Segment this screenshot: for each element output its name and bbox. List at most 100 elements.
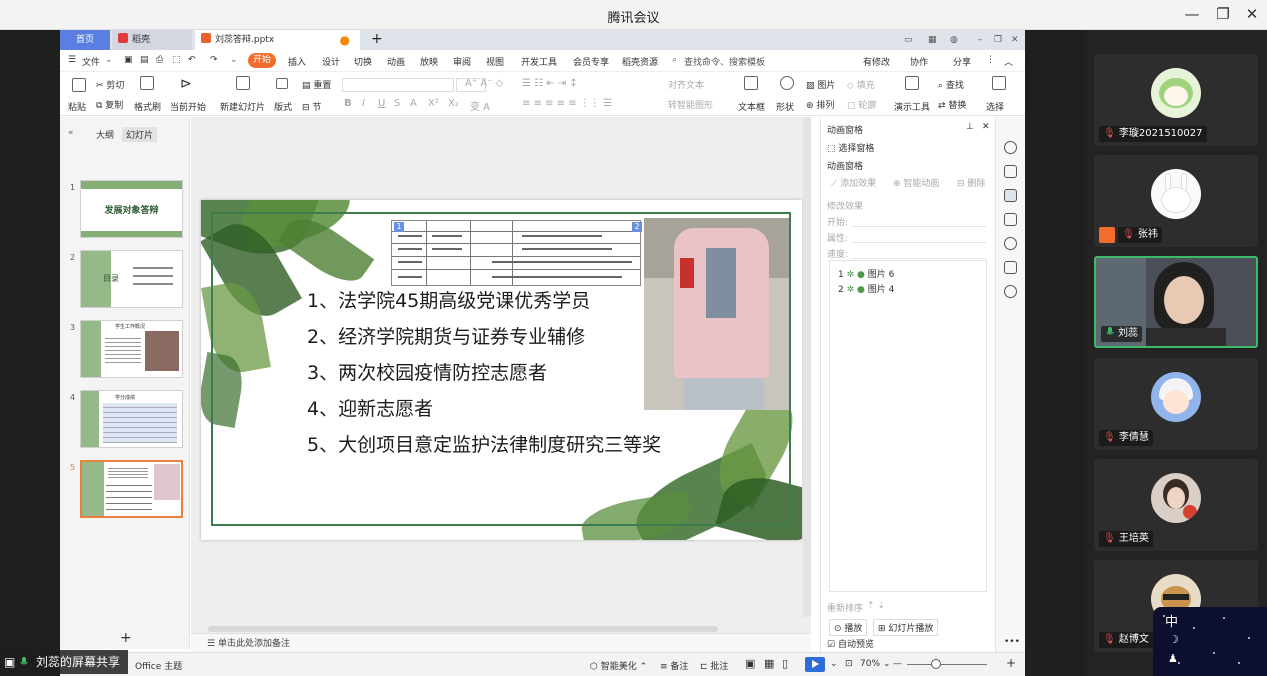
close-icon[interactable]: ✕ bbox=[1240, 5, 1264, 23]
slide-thumb-4[interactable]: 学分成绩 bbox=[80, 390, 183, 448]
play-from-current-icon[interactable]: ⊳ bbox=[180, 76, 192, 92]
bold-icon[interactable]: B bbox=[344, 98, 352, 109]
align-icons[interactable]: ≡ ≡ ≡ ≡ ≡ ⋮⋮ ☰ bbox=[522, 98, 612, 109]
text-effect-icon[interactable]: 变 A bbox=[470, 98, 490, 113]
play-from-current-button[interactable]: 当前开始 bbox=[170, 100, 206, 113]
share-button[interactable]: 分享 bbox=[953, 55, 971, 68]
arrange-button[interactable]: ⊛ 排列 bbox=[806, 98, 834, 111]
transition-icon[interactable] bbox=[1004, 213, 1017, 226]
anim-pane-title[interactable]: 动画窗格 bbox=[827, 123, 863, 136]
format-painter-icon[interactable] bbox=[140, 76, 154, 93]
picture-button[interactable]: ▨ 图片 bbox=[806, 78, 835, 91]
moon-icon[interactable]: ☽ bbox=[1169, 633, 1179, 646]
menu-developer[interactable]: 开发工具 bbox=[521, 55, 557, 68]
superscript-icon[interactable]: X² bbox=[428, 98, 439, 109]
smart-shape-button[interactable]: 转智能图形 bbox=[668, 98, 713, 111]
fill-button[interactable]: ◇ 填充 bbox=[847, 78, 875, 91]
fit-window-icon[interactable]: ⊡ bbox=[845, 659, 853, 669]
hamburger-icon[interactable]: ☰ bbox=[68, 55, 76, 65]
layout-button[interactable]: 版式 bbox=[274, 100, 292, 113]
sorter-view-icon[interactable]: ▦ bbox=[764, 657, 774, 670]
minimize-icon[interactable]: — bbox=[1180, 5, 1204, 23]
property-select[interactable] bbox=[851, 231, 986, 243]
ime-mode[interactable]: 中 bbox=[1165, 611, 1178, 630]
horizontal-scrollbar[interactable] bbox=[208, 626, 718, 632]
present-tools-icon[interactable] bbox=[905, 76, 919, 93]
participant-tile-active[interactable]: 刘蕊 bbox=[1094, 256, 1258, 348]
font-family-select[interactable] bbox=[342, 78, 454, 92]
slide-thumb-5[interactable] bbox=[80, 460, 183, 518]
italic-icon[interactable]: I bbox=[362, 98, 365, 109]
play-button[interactable]: ⊙ 播放 bbox=[829, 619, 868, 636]
maximize-icon[interactable]: ❐ bbox=[1211, 5, 1235, 23]
zoom-level[interactable]: 70% bbox=[860, 659, 880, 669]
start-select[interactable] bbox=[851, 215, 986, 227]
avatar-icon[interactable]: ◍ bbox=[944, 30, 958, 50]
slide-thumb-2[interactable]: 目录 bbox=[80, 250, 183, 308]
bullets-icon[interactable]: ☰ ☷ ⇤ ⇥ ↕ bbox=[522, 78, 578, 89]
menu-view[interactable]: 视图 bbox=[486, 55, 504, 68]
pin-icon[interactable]: ⊥ bbox=[966, 122, 974, 132]
reading-view-icon[interactable]: ▯ bbox=[782, 657, 788, 670]
speed-select[interactable] bbox=[851, 247, 986, 259]
zoom-slider-track[interactable] bbox=[907, 664, 987, 665]
new-tab-icon[interactable]: + bbox=[365, 30, 383, 50]
animation-star-icon[interactable] bbox=[1004, 189, 1017, 202]
notes-area[interactable]: ☰ 单击此处添加备注 bbox=[191, 633, 811, 653]
copy-button[interactable]: ⧉ 复制 bbox=[96, 98, 123, 111]
search-icon[interactable]: ⌕ bbox=[672, 55, 677, 65]
font-color-icon[interactable]: A bbox=[410, 98, 417, 109]
comments-button[interactable]: ⊏ 批注 bbox=[700, 659, 728, 672]
wps-restore-icon[interactable]: ❐ bbox=[988, 30, 1002, 50]
section-button[interactable]: ⊟ 节 bbox=[302, 100, 321, 113]
save-icon[interactable]: ▣ bbox=[124, 55, 133, 65]
file-dropdown-icon[interactable]: ⌄ bbox=[105, 55, 113, 65]
menu-file[interactable]: 文件 bbox=[82, 55, 100, 68]
settings-slider-icon[interactable] bbox=[1004, 165, 1017, 178]
wps-minimize-icon[interactable]: – bbox=[972, 30, 983, 50]
shape-icon[interactable] bbox=[780, 76, 794, 93]
wps-close-icon[interactable]: ✕ bbox=[1005, 30, 1019, 50]
menu-docer-resources[interactable]: 稻壳资源 bbox=[622, 55, 658, 68]
subscript-icon[interactable]: X₂ bbox=[448, 98, 459, 109]
grow-font-icon[interactable]: A⁺ A⁻ ◇ bbox=[465, 78, 503, 89]
slide-person-photo[interactable] bbox=[644, 218, 789, 410]
redo-icon[interactable]: ↷ bbox=[210, 55, 218, 65]
zoom-slider-knob[interactable] bbox=[931, 659, 941, 669]
cut-button[interactable]: ✂ 剪切 bbox=[96, 78, 124, 91]
textbox-icon[interactable] bbox=[744, 76, 758, 93]
menu-slideshow[interactable]: 放映 bbox=[420, 55, 438, 68]
help-icon[interactable] bbox=[1004, 237, 1017, 250]
location-icon[interactable] bbox=[1004, 285, 1017, 298]
zoom-in-icon[interactable]: + bbox=[1006, 656, 1016, 670]
paste-icon[interactable] bbox=[72, 78, 86, 95]
menu-member[interactable]: 会员专享 bbox=[573, 55, 609, 68]
style-icon[interactable] bbox=[1004, 141, 1017, 154]
delete-effect-button[interactable]: ⊟ 删除 bbox=[957, 176, 985, 189]
slideshow-play-button[interactable] bbox=[805, 657, 825, 672]
tab-outline[interactable]: 大纲 bbox=[92, 127, 118, 142]
menu-review[interactable]: 审阅 bbox=[453, 55, 471, 68]
notes-button[interactable]: ≡ 备注 bbox=[660, 659, 688, 672]
participant-tile[interactable]: 🎙︎ 李璇2021510027 bbox=[1094, 54, 1258, 146]
slideshow-button[interactable]: ⊞ 幻灯片播放 bbox=[873, 619, 939, 636]
add-effect-button[interactable]: ⟋ 添加效果 bbox=[831, 176, 876, 189]
modified-indicator[interactable]: 有修改 bbox=[863, 55, 890, 68]
tab-document[interactable]: 刘蕊答辩.pptx ● bbox=[195, 30, 360, 50]
participant-tile[interactable]: 🎙︎ 王培英 bbox=[1094, 459, 1258, 551]
reset-button[interactable]: ▤ 重置 bbox=[302, 78, 331, 91]
zoom-out-icon[interactable]: — bbox=[893, 659, 902, 669]
underline-icon[interactable]: U bbox=[378, 98, 385, 109]
participant-tile[interactable]: 🎙︎ 张祎 bbox=[1094, 155, 1258, 247]
select-icon[interactable] bbox=[992, 76, 1006, 93]
present-tools-button[interactable]: 演示工具 bbox=[894, 100, 930, 113]
export-icon[interactable]: ⬚ bbox=[172, 55, 181, 65]
quick-access-dropdown-icon[interactable]: ⌄ bbox=[230, 55, 238, 65]
new-slide-button[interactable]: 新建幻灯片 bbox=[220, 100, 265, 113]
slide-info-table[interactable] bbox=[391, 220, 641, 286]
tab-docer[interactable]: 稻壳 bbox=[112, 30, 192, 50]
format-painter-button[interactable]: 格式刷 bbox=[134, 100, 161, 113]
strikethrough-icon[interactable]: S bbox=[394, 98, 400, 109]
tab-slides[interactable]: 幻灯片 bbox=[122, 127, 158, 142]
menu-start[interactable]: 开始 bbox=[248, 53, 276, 68]
